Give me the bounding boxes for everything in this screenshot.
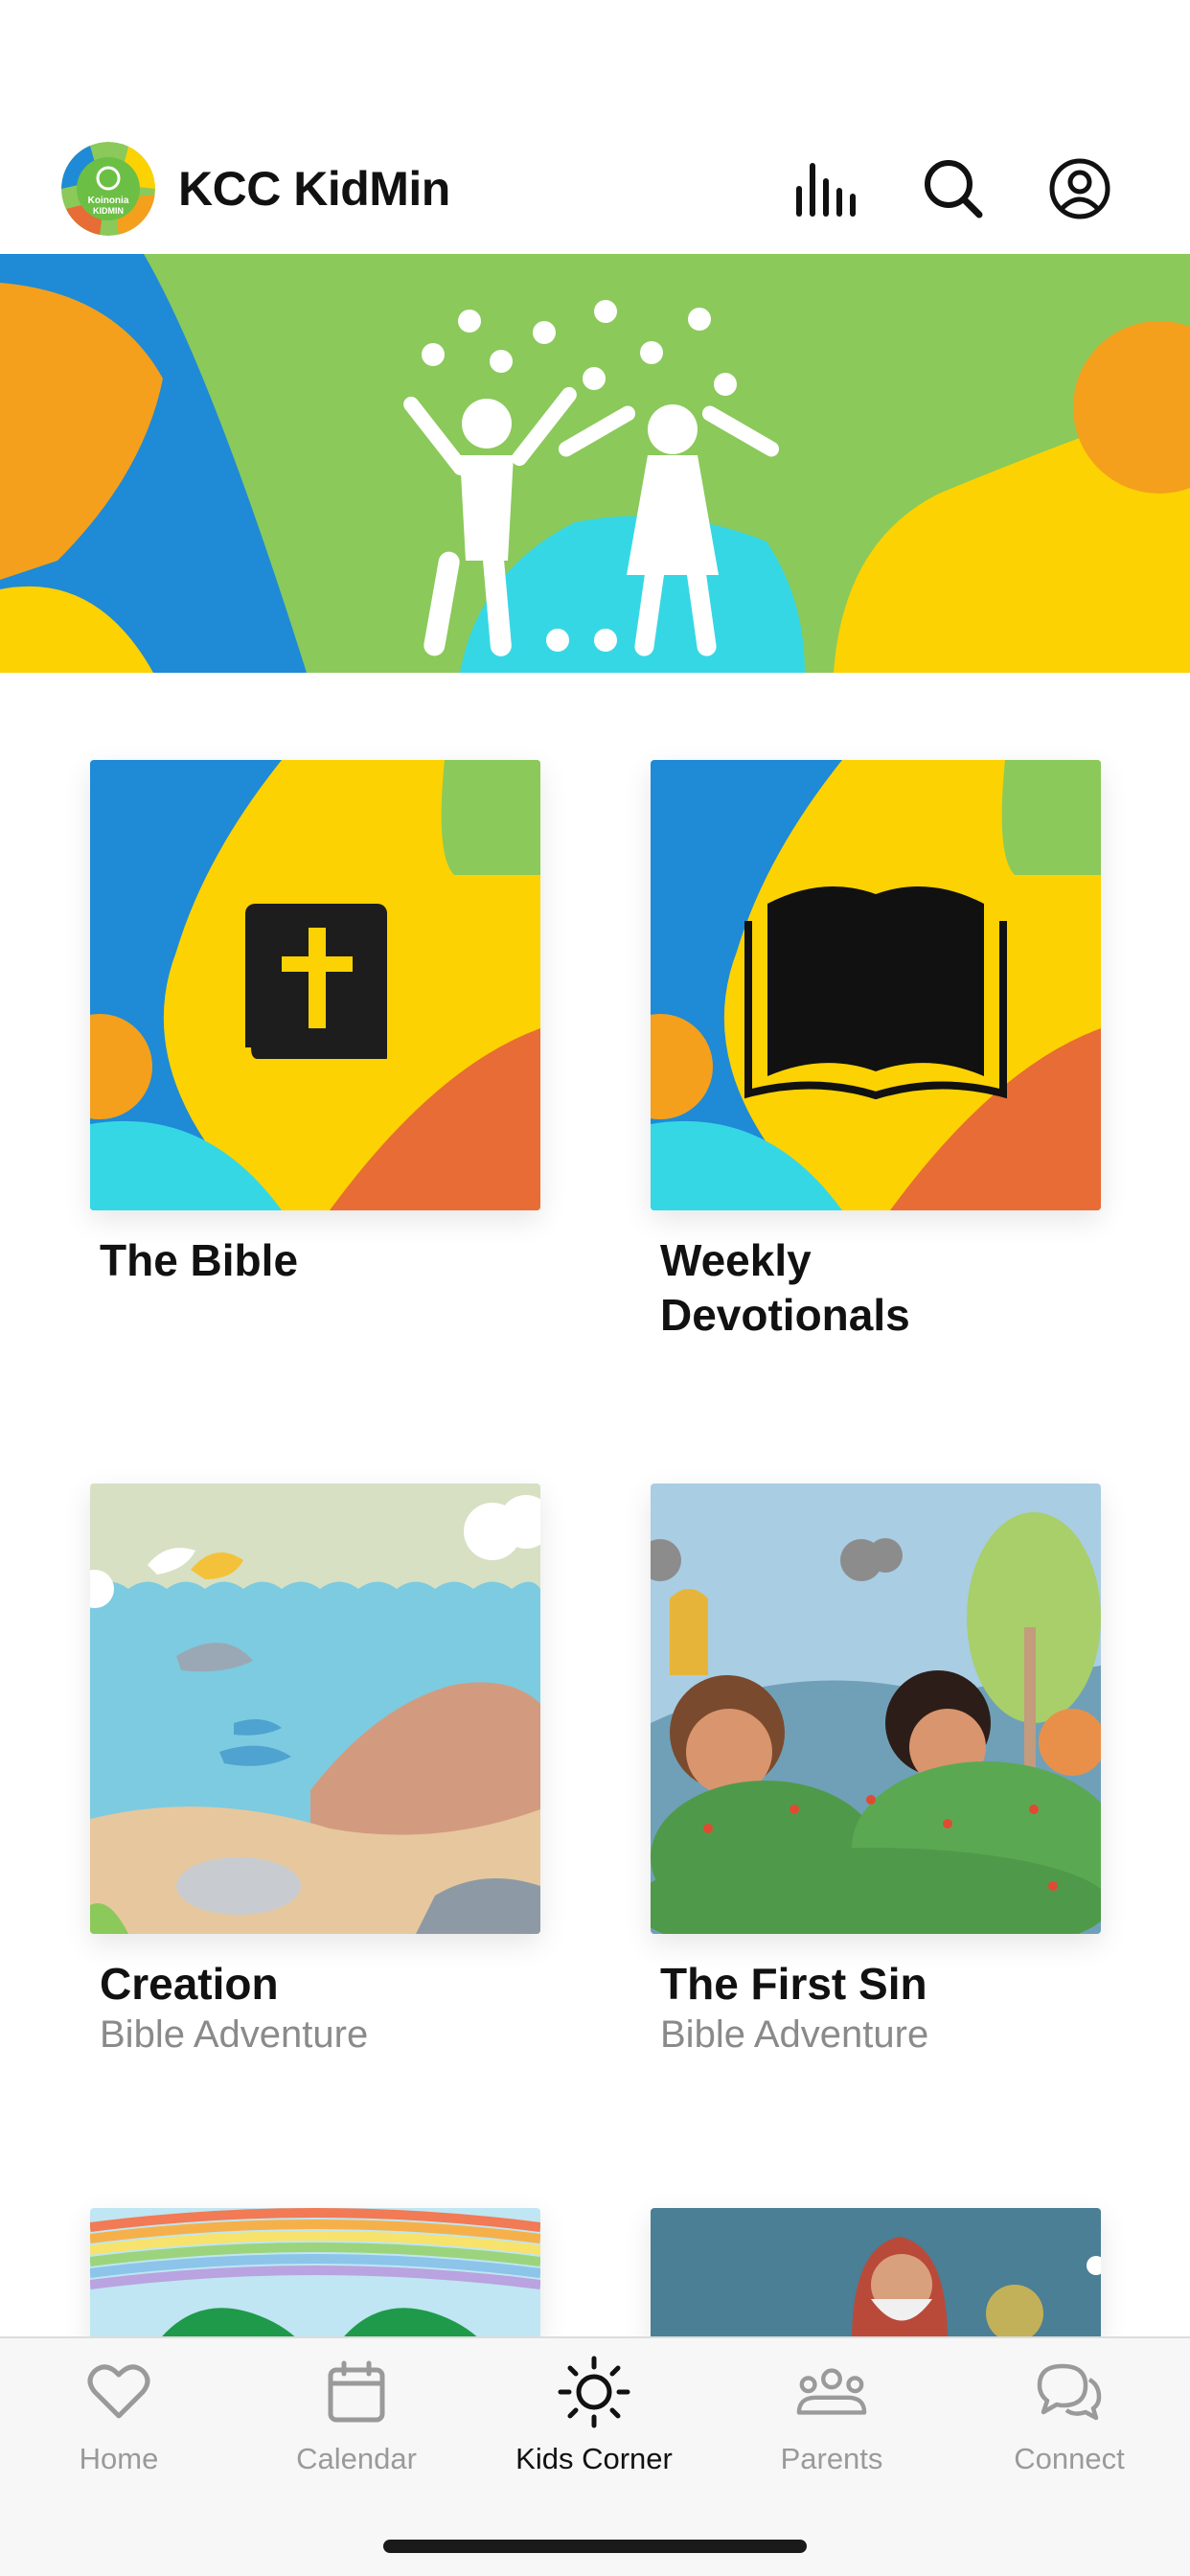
search-icon[interactable] [918, 153, 989, 224]
chat-bubbles-icon [1033, 2356, 1106, 2428]
heart-icon [82, 2356, 155, 2428]
tab-label: Parents [780, 2442, 883, 2475]
card-title: Weekly Devotionals [660, 1235, 910, 1340]
open-book-icon [651, 760, 1101, 1210]
tab-parents[interactable]: Parents [713, 2356, 950, 2499]
card-subtitle: Bible Adventure [100, 2013, 369, 2056]
logo-text-line2: KIDMIN [93, 206, 124, 216]
tab-connect[interactable]: Connect [950, 2356, 1188, 2499]
rainbow-illustration [90, 2208, 540, 2342]
garden-illustration [651, 1484, 1101, 1934]
ocean-creation-illustration [90, 1484, 540, 1934]
hero-banner [0, 254, 1190, 673]
tab-label: Connect [1014, 2442, 1125, 2475]
card-subtitle: Bible Adventure [660, 2013, 929, 2056]
card-the-first-sin[interactable]: The First Sin Bible Adventure [651, 1484, 1101, 2058]
tab-kids-corner[interactable]: Kids Corner [475, 2356, 713, 2499]
tab-label: Calendar [296, 2442, 417, 2475]
home-indicator[interactable] [383, 2540, 807, 2553]
app-logo[interactable]: Koinonia KIDMIN [61, 142, 155, 236]
app-title: KCC KidMin [178, 162, 450, 216]
sun-icon [558, 2356, 630, 2428]
tab-label: Home [79, 2442, 159, 2475]
tab-calendar[interactable]: Calendar [238, 2356, 475, 2499]
card-title: The Bible [100, 1235, 299, 1285]
app-header: Koinonia KIDMIN KCC KidMin [0, 125, 1190, 254]
account-icon[interactable] [1044, 153, 1115, 224]
card-the-bible[interactable]: The Bible [90, 760, 540, 1288]
stats-bars-icon[interactable] [791, 153, 862, 224]
tab-label: Kids Corner [515, 2442, 673, 2475]
card-title: Creation [100, 1959, 279, 2009]
calendar-icon [320, 2356, 393, 2428]
card-elder-partial[interactable] [651, 2208, 1101, 2342]
elder-illustration [651, 2208, 1101, 2342]
tab-home[interactable]: Home [0, 2356, 238, 2499]
card-title: The First Sin [660, 1959, 927, 2009]
logo-text-line1: Koinonia [88, 196, 129, 206]
card-creation[interactable]: Creation Bible Adventure [90, 1484, 540, 2058]
bible-book-icon [90, 760, 540, 1210]
card-rainbow-partial[interactable] [90, 2208, 540, 2342]
card-weekly-devotionals[interactable]: Weekly Devotionals [651, 760, 1101, 1343]
people-icon [795, 2356, 868, 2428]
